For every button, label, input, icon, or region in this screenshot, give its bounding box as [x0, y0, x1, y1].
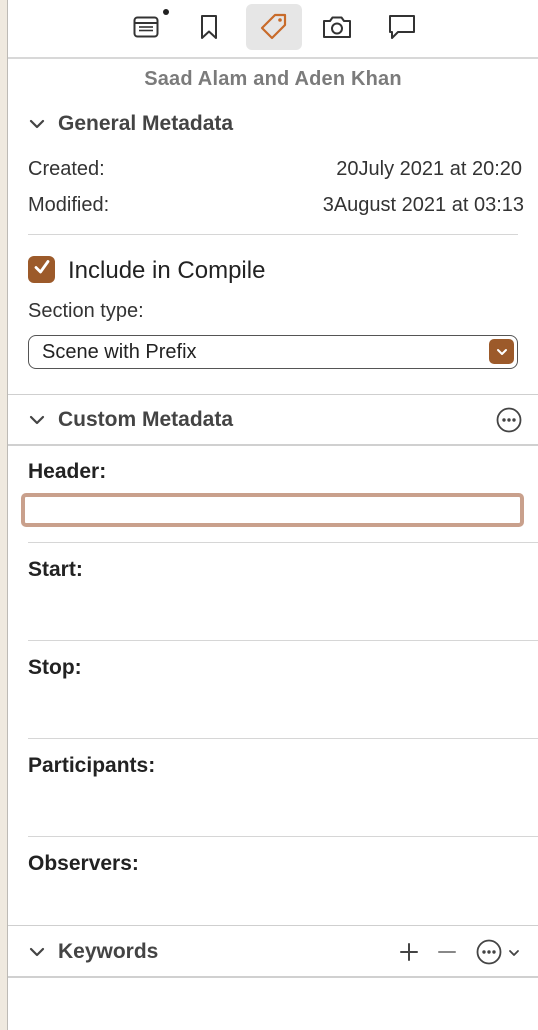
- divider: [28, 738, 538, 739]
- keywords-list[interactable]: [8, 978, 538, 1030]
- header-field-label: Header:: [28, 460, 107, 483]
- section-divider: [8, 394, 538, 395]
- checkmark-icon: [32, 257, 52, 282]
- snapshots-button[interactable]: [309, 4, 365, 50]
- snapshot-camera-icon: [321, 14, 353, 40]
- section-divider: [8, 444, 538, 446]
- document-title: Saad Alam and Aden Khan: [144, 68, 402, 90]
- general-metadata-header[interactable]: General Metadata: [8, 100, 538, 148]
- keywords-options-icon[interactable]: [476, 939, 502, 965]
- start-field-label: Start:: [28, 558, 83, 581]
- toolbar-separator: [8, 57, 538, 59]
- modified-value: 3August 2021 at 03:13: [322, 194, 524, 216]
- participants-field-input[interactable]: [28, 784, 528, 828]
- comment-icon: [387, 13, 417, 41]
- stop-field-input[interactable]: [28, 686, 528, 730]
- divider: [28, 640, 538, 641]
- created-label: Created:: [28, 158, 105, 180]
- chevron-down-icon[interactable]: [508, 947, 520, 959]
- more-options-icon[interactable]: [496, 407, 522, 433]
- comments-button[interactable]: [374, 4, 430, 50]
- participants-field-label: Participants:: [28, 754, 156, 777]
- section-title: Custom Metadata: [58, 408, 234, 431]
- modified-label: Modified:: [28, 194, 110, 216]
- background-strip: [0, 0, 7, 1030]
- section-title: Keywords: [58, 940, 159, 963]
- section-type-label: Section type:: [28, 300, 144, 322]
- metadata-tag-icon: [259, 12, 289, 42]
- observers-field-input[interactable]: [28, 882, 528, 918]
- notes-indicator-dot: [163, 9, 169, 15]
- add-keyword-icon[interactable]: [398, 941, 420, 963]
- notes-icon: [133, 15, 159, 39]
- start-field-input[interactable]: [28, 588, 528, 632]
- stop-field-label: Stop:: [28, 656, 82, 679]
- chevron-down-icon[interactable]: [28, 943, 46, 966]
- inspector-toolbar: [8, 0, 538, 59]
- chevron-down-icon[interactable]: [28, 115, 46, 138]
- section-type-value: Scene with Prefix: [42, 341, 197, 363]
- header-field-input[interactable]: [21, 493, 524, 527]
- bookmark-icon: [199, 14, 219, 40]
- section-type-select[interactable]: Scene with Prefix: [28, 335, 518, 369]
- inspector-panel: Saad Alam and Aden Khan General Metadata…: [8, 0, 538, 1030]
- custom-metadata-header[interactable]: Custom Metadata: [8, 396, 538, 444]
- bookmarks-button[interactable]: [181, 4, 237, 50]
- divider: [28, 234, 518, 235]
- notes-button[interactable]: [118, 4, 174, 50]
- metadata-button[interactable]: [246, 4, 302, 50]
- section-title: General Metadata: [58, 112, 234, 135]
- section-divider: [8, 925, 538, 926]
- include-in-compile-label[interactable]: Include in Compile: [68, 257, 265, 285]
- divider: [28, 542, 538, 543]
- chevron-down-icon[interactable]: [28, 411, 46, 434]
- keywords-header[interactable]: Keywords: [8, 928, 538, 976]
- remove-keyword-icon[interactable]: [436, 941, 458, 963]
- observers-field-label: Observers:: [28, 852, 139, 875]
- created-value: 20July 2021 at 20:20: [336, 158, 522, 180]
- chevron-down-icon: [489, 339, 514, 364]
- divider: [28, 836, 538, 837]
- include-in-compile-checkbox[interactable]: [28, 256, 55, 283]
